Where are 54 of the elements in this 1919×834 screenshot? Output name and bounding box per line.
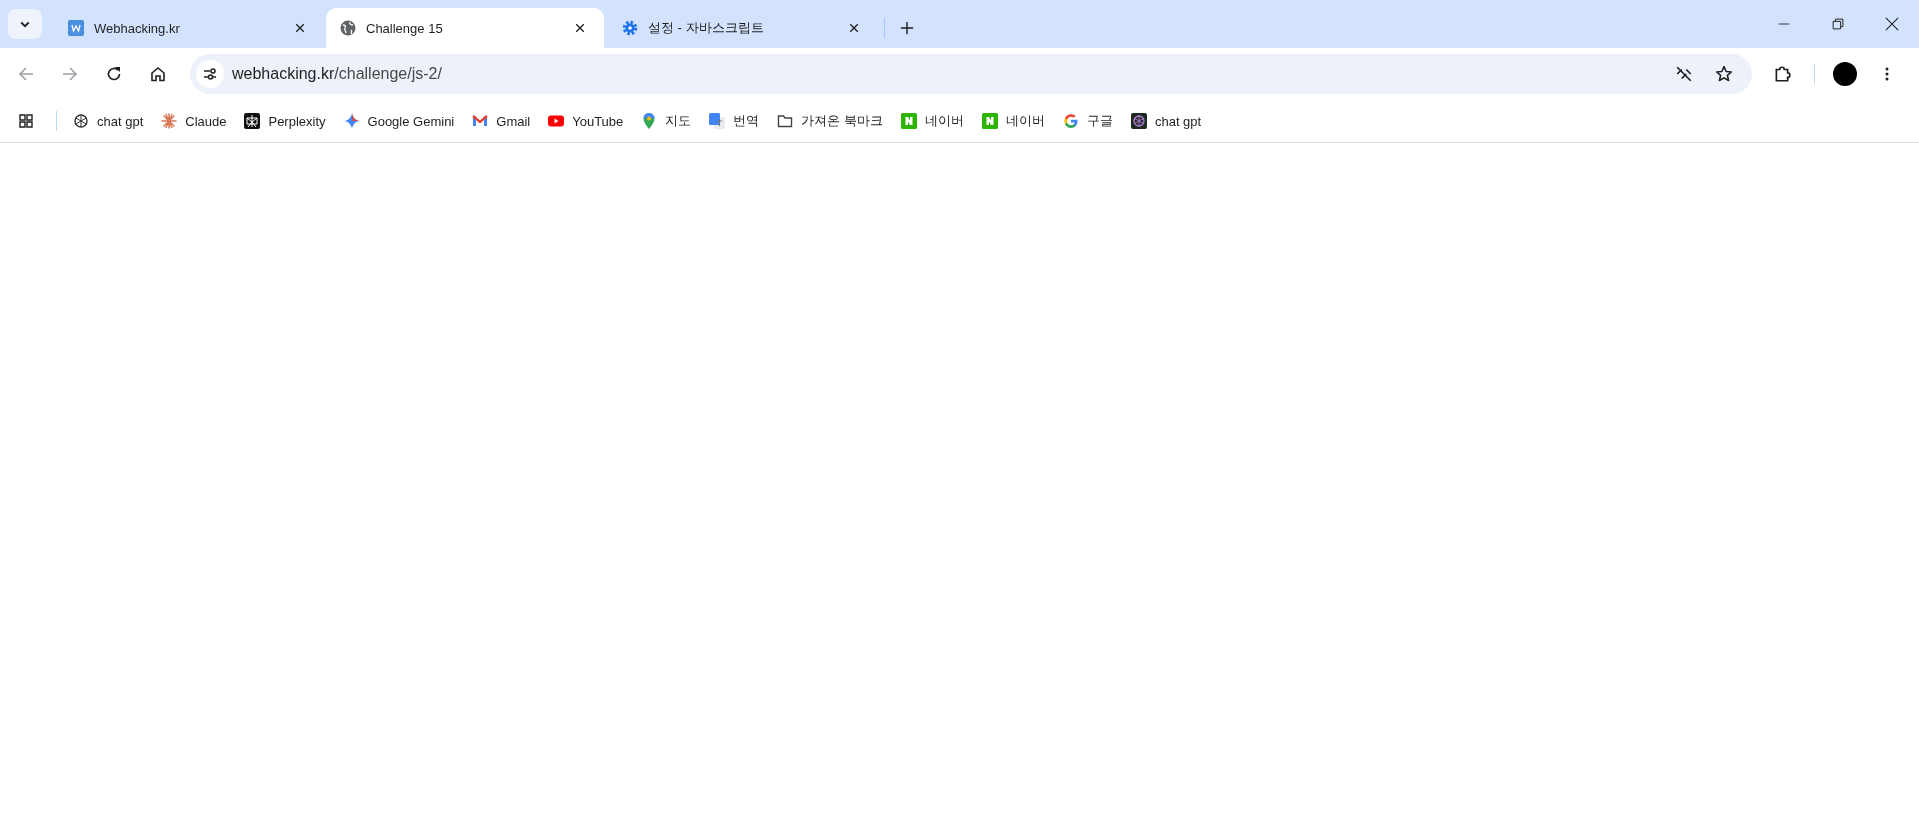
url-text: webhacking.kr/challenge/js-2/ bbox=[232, 65, 443, 83]
bookmark-item[interactable]: 지도 bbox=[633, 106, 700, 136]
close-icon bbox=[1885, 17, 1899, 31]
knot-icon bbox=[1130, 113, 1147, 129]
translate-icon bbox=[709, 113, 726, 129]
n-logo-icon bbox=[981, 113, 998, 129]
site-info-button[interactable] bbox=[196, 60, 224, 88]
tab-search-button[interactable] bbox=[8, 9, 42, 39]
bookmark-item[interactable]: 구글 bbox=[1054, 106, 1121, 136]
close-icon bbox=[574, 22, 586, 34]
puzzle-icon bbox=[1773, 65, 1791, 83]
envelope-icon bbox=[472, 113, 489, 129]
sparkle-icon bbox=[343, 113, 360, 129]
w-logo-icon bbox=[68, 20, 84, 36]
play-icon bbox=[548, 113, 565, 129]
perplexity-icon bbox=[244, 113, 261, 129]
bookmark-item[interactable]: YouTube bbox=[540, 106, 632, 136]
bookmark-item[interactable]: chat gpt bbox=[65, 106, 152, 136]
bookmark-item[interactable]: Gmail bbox=[464, 106, 539, 136]
tab-title: 설정 - 자바스크립트 bbox=[648, 19, 765, 37]
bookmark-item[interactable]: Google Gemini bbox=[335, 106, 463, 136]
grid-icon bbox=[18, 113, 34, 129]
bookmark-item[interactable]: 네이버 bbox=[892, 106, 972, 136]
address-bar[interactable]: webhacking.kr/challenge/js-2/ bbox=[190, 54, 1752, 94]
browser-tab[interactable]: 설정 - 자바스크립트 bbox=[608, 8, 878, 48]
close-icon bbox=[848, 22, 860, 34]
n-logo-icon bbox=[900, 113, 917, 129]
crossed-key-icon bbox=[1675, 65, 1693, 83]
forward-arrow-icon bbox=[62, 66, 78, 82]
sliders-icon bbox=[202, 66, 218, 82]
folder-icon bbox=[777, 113, 794, 129]
starburst-icon bbox=[161, 113, 178, 129]
reload-icon bbox=[106, 66, 122, 82]
bookmark-item[interactable]: 번역 bbox=[701, 106, 768, 136]
browser-tab[interactable]: Webhacking.kr bbox=[54, 8, 324, 48]
plus-icon bbox=[900, 21, 914, 35]
tab-title: Webhacking.kr bbox=[94, 20, 181, 36]
bookmark-item[interactable]: Claude bbox=[153, 106, 235, 136]
close-icon bbox=[294, 22, 306, 34]
globe-icon bbox=[340, 20, 356, 36]
g-logo-icon bbox=[1062, 113, 1079, 129]
restore-icon bbox=[1832, 18, 1844, 30]
profile-avatar[interactable] bbox=[1833, 62, 1857, 86]
star-icon bbox=[1715, 65, 1733, 83]
browser-tab[interactable]: Challenge 15 bbox=[326, 8, 604, 48]
home-icon bbox=[150, 66, 166, 82]
bookmark-item[interactable]: 네이버 bbox=[973, 106, 1053, 136]
bookmark-item[interactable]: Perplexity bbox=[236, 106, 334, 136]
tab-title: Challenge 15 bbox=[366, 20, 444, 36]
knot-icon bbox=[73, 113, 89, 129]
gear-icon bbox=[622, 20, 638, 36]
bookmark-item[interactable]: chat gpt bbox=[1122, 106, 1210, 136]
back-arrow-icon bbox=[18, 66, 34, 82]
bookmark-item[interactable]: 가져온 북마크 bbox=[769, 106, 891, 136]
